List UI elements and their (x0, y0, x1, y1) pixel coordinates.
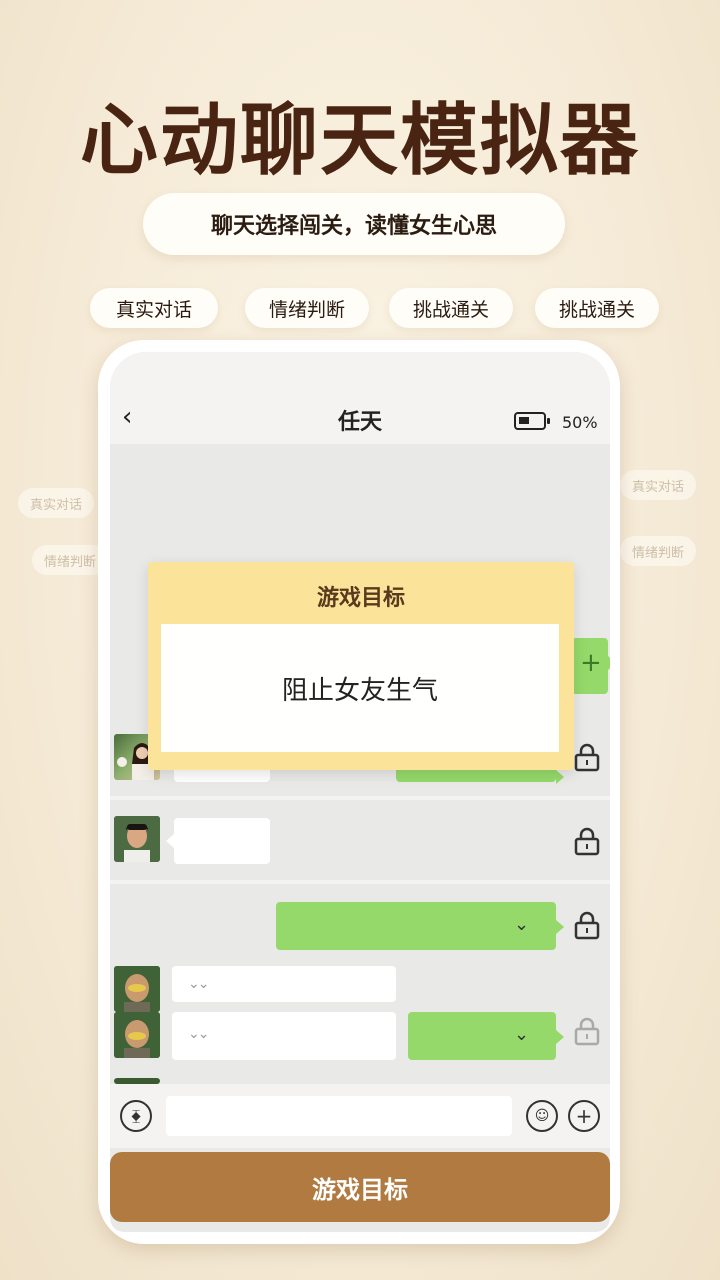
modal-body: 阻止女友生气 (161, 624, 559, 752)
chevron-down-icon[interactable]: ⌄⌄ (188, 1026, 210, 1042)
battery-icon (514, 412, 550, 430)
avatar-elder-icon (114, 966, 160, 1012)
chat-input-bar: ⧱ ☺ + (110, 1084, 610, 1148)
chat-header: ‹ 任天 50% (110, 352, 610, 444)
ghost-tag-3: 真实对话 (620, 470, 697, 500)
game-goal-modal: 游戏目标 阻止女友生气 (148, 562, 574, 770)
row-divider (110, 880, 610, 884)
chevron-down-icon[interactable]: ⌄ (514, 914, 529, 935)
voice-icon[interactable]: ⧱ (120, 1100, 152, 1132)
avatar-boy-icon (114, 816, 160, 862)
chat-bubble: ⌄⌄ (172, 1012, 396, 1060)
chat-screen: ‹ 任天 50% + ⌄ ⌄⌄ ⌄⌄ ⌄ ⧱ ☺ + 游戏目标 (110, 352, 610, 1232)
modal-title: 游戏目标 (316, 586, 405, 611)
row-divider (110, 796, 610, 800)
lock-icon[interactable] (574, 742, 600, 772)
chat-bubble: ⌄⌄ (172, 966, 396, 1002)
feature-tag-1: 真实对话 (90, 288, 218, 328)
avatar (114, 816, 160, 862)
subtitle-pill: 聊天选择闯关，读懂女生心思 (143, 193, 565, 255)
feature-tag-4: 挑战通关 (535, 288, 659, 328)
chat-bubble: ⌄ (276, 902, 564, 950)
arrow-up-icon: + (580, 648, 602, 678)
chevron-down-icon[interactable]: ⌄⌄ (188, 976, 210, 992)
up-arrow-bubble[interactable]: + (572, 638, 610, 694)
ghost-tag-2: 情绪判断 (32, 545, 109, 575)
feature-tag-3: 挑战通关 (389, 288, 513, 328)
chat-bubble: ⌄ (408, 1012, 564, 1060)
avatar (114, 1012, 160, 1058)
chat-bubble (166, 818, 270, 864)
avatar (114, 966, 160, 1012)
game-goal-button[interactable]: 游戏目标 (110, 1152, 610, 1222)
ghost-tag-4: 情绪判断 (620, 536, 697, 566)
lock-icon[interactable] (574, 826, 600, 856)
page-headline: 心动聊天模拟器 (79, 96, 640, 186)
avatar-elder-icon (114, 1012, 160, 1058)
emoji-icon[interactable]: ☺ (526, 1100, 558, 1132)
message-input[interactable] (166, 1096, 512, 1136)
battery-percent: 50% (562, 413, 598, 432)
plus-icon[interactable]: + (568, 1100, 600, 1132)
chevron-down-icon[interactable]: ⌄ (514, 1024, 529, 1045)
ghost-tag-1: 真实对话 (18, 488, 95, 518)
lock-icon[interactable] (574, 1016, 600, 1046)
lock-icon[interactable] (574, 910, 600, 940)
feature-tag-2: 情绪判断 (245, 288, 369, 328)
